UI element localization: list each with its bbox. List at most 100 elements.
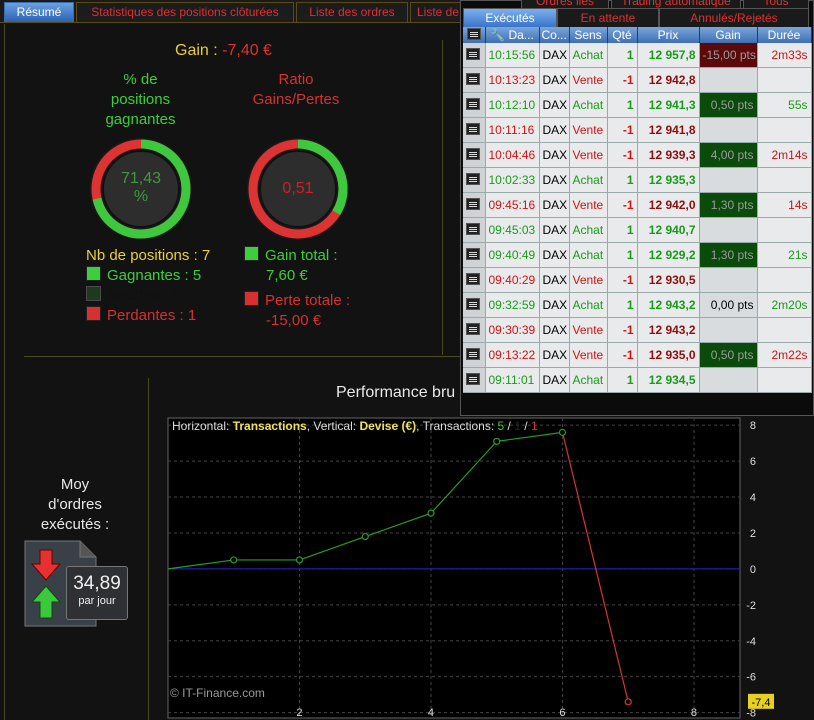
order-time: 09:32:59 [485, 292, 540, 318]
chart-title: Performance bru [336, 384, 456, 401]
order-gain: 1,30 pts [699, 192, 758, 218]
x-tick-label: 8 [691, 707, 697, 719]
order-gain [699, 367, 758, 393]
order-time: 10:02:33 [485, 167, 540, 193]
order-duration [757, 167, 812, 193]
tab-executes[interactable]: Exécutés [463, 8, 557, 28]
order-price: 12 941,8 [637, 117, 700, 143]
order-symbol: DAX [539, 167, 570, 193]
order-row-icon [463, 92, 486, 118]
document-icon [466, 122, 480, 135]
order-row[interactable]: 09:11:01 DAX Achat 1 12 934,5 [463, 367, 812, 393]
order-sens: Vente [569, 342, 608, 368]
order-price: 12 941,3 [637, 92, 700, 118]
col-qty[interactable]: Qté [607, 27, 638, 43]
order-duration: 21s [757, 242, 812, 268]
document-icon [466, 197, 480, 210]
order-sens: Achat [569, 167, 608, 193]
order-row[interactable]: 09:45:16 DAX Vente -1 12 942,0 1,30 pts 14s [463, 192, 812, 218]
tab-statistiques[interactable]: Statistiques des positions clôturées [76, 2, 294, 22]
order-qty: 1 [607, 217, 638, 243]
order-row[interactable]: 10:11:16 DAX Vente -1 12 941,8 [463, 117, 812, 143]
order-sens: Achat [569, 367, 608, 393]
data-point [361, 532, 369, 541]
green-square-icon [86, 266, 101, 281]
order-price: 12 934,5 [637, 367, 700, 393]
order-sens: Vente [569, 67, 608, 93]
order-row[interactable]: 10:12:10 DAX Achat 1 12 941,3 0,50 pts 55s [463, 92, 812, 118]
order-time: 09:45:03 [485, 217, 540, 243]
col-sens[interactable]: Sens [569, 27, 608, 43]
tab-resume[interactable]: Résumé [4, 2, 74, 22]
legend-perdantes: Perdantes : 1 [86, 306, 196, 326]
win-ratio-value: 71,43 % [120, 170, 162, 205]
order-gain [699, 267, 758, 293]
order-qty: -1 [607, 117, 638, 143]
order-row[interactable]: 10:02:33 DAX Achat 1 12 935,3 [463, 167, 812, 193]
win-ratio-label: % de positions gagnantes [105, 71, 176, 128]
order-row-icon [463, 292, 486, 318]
order-symbol: DAX [539, 67, 570, 93]
performance-chart: 2 4 6 8 8 6 4 2 0 -2 -4 -6 -8 -7,4 Horizontal: Trans… [167, 417, 774, 720]
order-duration [757, 317, 812, 343]
y-tick-label: 4 [750, 492, 756, 504]
order-row[interactable]: 09:40:29 DAX Vente -1 12 930,5 [463, 267, 812, 293]
document-icon [466, 72, 480, 85]
order-row-icon [463, 267, 486, 293]
order-row[interactable]: 10:15:56 DAX Achat 1 12 957,8 -15,00 pts 2m33s [463, 43, 812, 68]
orders-header-row: 🔧 Da... Co... Sens Qté Prix Gain Durée [463, 27, 812, 43]
order-gain [699, 317, 758, 343]
order-row-icon [463, 67, 486, 93]
order-price: 12 943,2 [637, 317, 700, 343]
order-duration: 55s [757, 92, 812, 118]
col-icon[interactable] [463, 27, 486, 43]
order-symbol: DAX [539, 242, 570, 268]
data-point [624, 698, 632, 706]
document-icon [466, 27, 481, 40]
y-tick-label: -4 [746, 636, 756, 648]
wrench-icon: 🔧 [490, 28, 506, 42]
order-row[interactable]: 10:13:23 DAX Vente -1 12 942,8 [463, 67, 812, 93]
green-square-icon [244, 246, 259, 261]
order-row-icon [463, 342, 486, 368]
chart-credit: © IT-Finance.com [170, 686, 265, 700]
order-sens: Vente [569, 117, 608, 143]
col-date[interactable]: 🔧 Da... [485, 27, 540, 43]
order-gain: -15,00 pts [699, 43, 758, 68]
col-duree[interactable]: Durée [757, 27, 812, 43]
order-price: 12 929,2 [637, 242, 700, 268]
col-code[interactable]: Co... [539, 27, 570, 43]
order-row-icon [463, 217, 486, 243]
col-prix[interactable]: Prix [637, 27, 700, 43]
order-sens: Achat [569, 92, 608, 118]
order-row[interactable]: 09:32:59 DAX Achat 1 12 943,2 0,00 pts 2m20s [463, 292, 812, 318]
order-row-icon [463, 317, 486, 343]
order-row[interactable]: 09:45:03 DAX Achat 1 12 940,7 [463, 217, 812, 243]
order-row[interactable]: 09:40:49 DAX Achat 1 12 929,2 1,30 pts 21s [463, 242, 812, 268]
order-row[interactable]: 09:13:22 DAX Vente -1 12 935,0 0,50 pts 2m22s [463, 342, 812, 368]
tab-liste-ordres[interactable]: Liste des ordres [296, 2, 408, 22]
col-gain[interactable]: Gain [699, 27, 758, 43]
x-tick-label: 2 [296, 707, 302, 719]
order-qty: 1 [607, 92, 638, 118]
order-row[interactable]: 10:04:46 DAX Vente -1 12 939,3 4,00 pts 2m14s [463, 142, 812, 168]
orders-table: 🔧 Da... Co... Sens Qté Prix Gain Durée 1… [463, 27, 812, 393]
y-tick-label: 2 [750, 528, 756, 540]
order-price: 12 957,8 [637, 43, 700, 68]
order-row[interactable]: 09:30:39 DAX Vente -1 12 943,2 [463, 317, 812, 343]
order-qty: 1 [607, 242, 638, 268]
neutral-square-icon [86, 286, 101, 301]
tab-en-attente[interactable]: En attente [557, 8, 659, 28]
order-sens: Vente [569, 142, 608, 168]
order-row-icon [463, 43, 486, 68]
document-icon [466, 172, 480, 185]
panel-border-right [442, 40, 443, 355]
order-time: 10:04:46 [485, 142, 540, 168]
order-price: 12 940,7 [637, 217, 700, 243]
order-sens: Achat [569, 217, 608, 243]
order-row-icon [463, 192, 486, 218]
order-duration [757, 217, 812, 243]
order-gain: 0,50 pts [699, 92, 758, 118]
tab-annules-rejetes[interactable]: Annulés/Rejetés [659, 8, 809, 28]
order-qty: -1 [607, 317, 638, 343]
